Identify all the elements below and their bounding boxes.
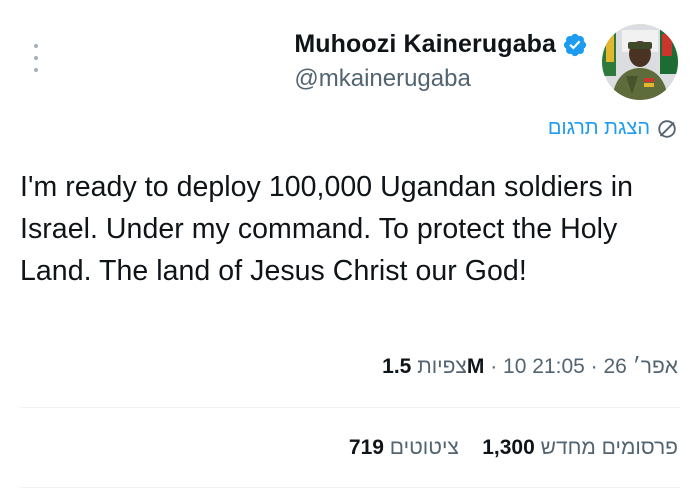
tweet-time[interactable]: 21:05 xyxy=(532,355,585,378)
more-options-icon[interactable] xyxy=(32,44,40,72)
show-translation-button[interactable]: הצגת תרגום xyxy=(548,117,678,140)
name-row: Muhoozi Kainerugaba xyxy=(294,30,588,59)
verified-badge-icon xyxy=(563,33,587,56)
divider xyxy=(20,487,680,488)
more-dot xyxy=(34,68,38,72)
quotes-link[interactable]: ציטוטים 719 xyxy=(349,436,459,460)
avatar[interactable] xyxy=(602,24,678,100)
avatar-image xyxy=(602,24,678,100)
author-handle[interactable]: @mkainerugaba xyxy=(294,65,470,93)
reposts-count: 1,300 xyxy=(482,436,535,459)
more-dot xyxy=(34,44,38,48)
reposts-label: פרסומים מחדש xyxy=(540,436,678,459)
tweet-text: I'm ready to deploy 100,000 Ugandan sold… xyxy=(20,171,641,287)
divider xyxy=(20,407,680,408)
translate-icon xyxy=(658,119,676,138)
more-dot xyxy=(34,56,38,60)
author-names: Muhoozi Kainerugaba @mkainerugaba xyxy=(294,24,588,93)
reposts-link[interactable]: פרסומים מחדש 1,300 xyxy=(482,436,678,460)
meta-separator: · xyxy=(490,355,498,378)
tweet-header: Muhoozi Kainerugaba @mkainerugaba xyxy=(294,24,678,106)
meta-separator: · xyxy=(590,355,598,378)
quotes-count: 719 xyxy=(348,436,384,459)
tweet-stats: ציטוטים 719 פרסומים מחדש 1,300 xyxy=(349,436,678,460)
tweet-meta: צפיות 1.5M · 10 אפר׳ 26 · 21:05 xyxy=(382,355,678,379)
quotes-label: ציטוטים xyxy=(389,436,459,459)
views-label: צפיות xyxy=(417,355,467,378)
author-display-name[interactable]: Muhoozi Kainerugaba xyxy=(294,30,556,59)
show-translation-label: הצגת תרגום xyxy=(547,117,650,139)
